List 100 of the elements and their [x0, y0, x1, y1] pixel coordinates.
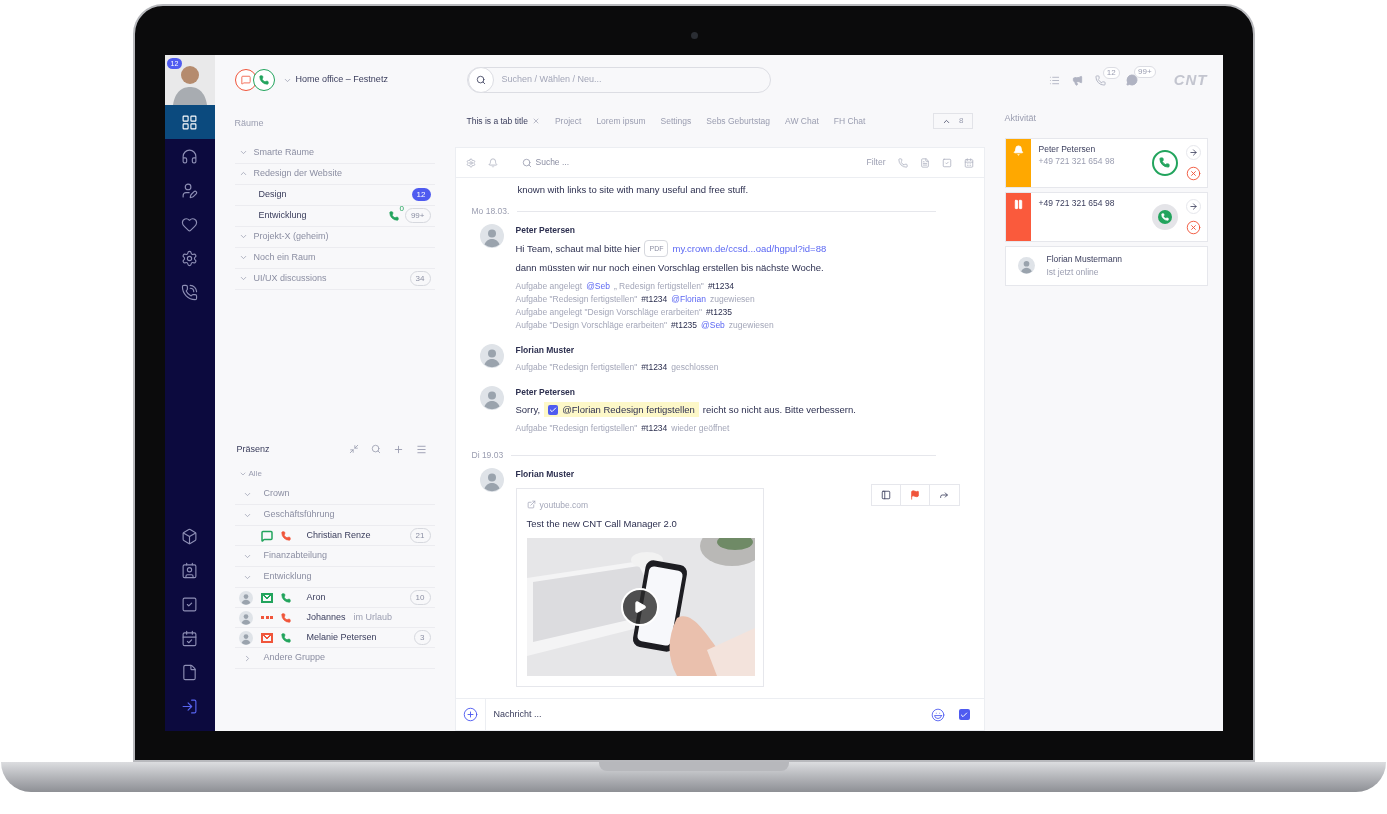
- avatar: [479, 223, 504, 248]
- status-dropdown[interactable]: Home office – Festnetz: [282, 73, 388, 87]
- checkbox-icon: [181, 595, 198, 613]
- calendar-icon[interactable]: [963, 157, 974, 168]
- mention-link[interactable]: @Seb: [701, 318, 725, 332]
- chevron-up-icon: [238, 169, 248, 178]
- contact-row[interactable]: Melanie Petersen 3: [234, 628, 435, 648]
- mention-link[interactable]: @Seb: [586, 279, 610, 293]
- collapse-icon[interactable]: [348, 444, 359, 455]
- presence-group[interactable]: Geschäftsführung: [234, 505, 435, 526]
- presence-group[interactable]: Entwicklung: [234, 567, 435, 588]
- file-icon[interactable]: [919, 157, 930, 168]
- tab[interactable]: This is a tab title: [466, 114, 540, 128]
- task-highlight[interactable]: @Florian Redesign fertigstellen: [544, 402, 699, 417]
- link-preview-card[interactable]: youtube.com Test the new CNT Call Manager 2.0: [515, 487, 764, 687]
- decline-icon[interactable]: [1185, 165, 1201, 181]
- task-ref: #t1235: [671, 318, 698, 332]
- phone-icon[interactable]: [1094, 74, 1106, 86]
- answer-button[interactable]: [1151, 203, 1178, 230]
- add-icon[interactable]: [392, 443, 404, 455]
- avatar: [238, 590, 253, 605]
- avatar: [479, 467, 504, 492]
- event-text: Aufgabe "Redesign fertigstellen": [515, 361, 638, 375]
- notification-card[interactable]: Florian Mustermann Ist jetzt online: [1004, 245, 1208, 286]
- call-count: 0: [399, 203, 404, 213]
- chat-search-field[interactable]: Suche ...: [535, 156, 855, 169]
- search-bar[interactable]: Suchen / Wählen / Neu...: [466, 67, 771, 93]
- event-text: Aufgabe angelegt "Design Vorschläge erarbeiten": [515, 305, 703, 319]
- presence-group[interactable]: Andere Gruppe: [234, 648, 435, 669]
- room-group[interactable]: Projekt-X (geheim): [234, 226, 435, 248]
- room-group[interactable]: Redesign der Website: [234, 163, 435, 185]
- task-ref: #t1234: [641, 292, 668, 306]
- tab-overflow-button[interactable]: 8: [933, 113, 973, 129]
- chat-status-button[interactable]: [234, 69, 257, 91]
- call-count-badge: 12: [1102, 66, 1120, 79]
- room-item[interactable]: Entwicklung 0 99+: [234, 205, 435, 227]
- box-icon: [181, 527, 198, 545]
- decline-icon[interactable]: [1185, 219, 1201, 235]
- call-card[interactable]: +49 721 321 654 98: [1004, 191, 1208, 242]
- presence-group[interactable]: Crown: [234, 484, 435, 505]
- answer-button[interactable]: [1151, 149, 1178, 176]
- checkbox-icon[interactable]: [941, 157, 952, 168]
- room-group[interactable]: Noch ein Raum: [234, 247, 435, 269]
- list-icon[interactable]: [1048, 74, 1060, 86]
- settings-icon: [181, 249, 198, 267]
- chevron-down-icon: [238, 148, 248, 157]
- contact-note: Ist jetzt online: [1046, 265, 1100, 279]
- contacts-icon: [181, 561, 198, 579]
- avatar: [479, 343, 504, 368]
- tab[interactable]: AW Chat: [785, 114, 819, 128]
- filter-label[interactable]: Filter: [866, 156, 886, 169]
- megaphone-icon[interactable]: [1071, 74, 1083, 86]
- room-label: Entwicklung: [258, 208, 308, 222]
- group-label: Andere Gruppe: [263, 651, 326, 665]
- emoji-icon[interactable]: [930, 707, 945, 722]
- tab[interactable]: FH Chat: [833, 114, 866, 128]
- room-item[interactable]: Design 12: [234, 184, 435, 206]
- add-attachment-icon[interactable]: [462, 707, 478, 722]
- menu-icon[interactable]: [415, 443, 427, 455]
- phone-status-button[interactable]: [252, 69, 275, 91]
- phone-list-icon: [181, 283, 198, 301]
- contact-row[interactable]: Johannes im Urlaub: [234, 608, 435, 628]
- room-group[interactable]: Smarte Räume: [234, 142, 435, 164]
- nav-item[interactable]: [164, 105, 215, 139]
- contact-name: Aron: [306, 590, 326, 604]
- bell-icon[interactable]: [487, 157, 498, 168]
- call-card[interactable]: Peter Petersen +49 721 321 654 98: [1004, 137, 1208, 188]
- message-icon[interactable]: [1125, 74, 1138, 86]
- sender-name: Florian Muster: [515, 467, 576, 481]
- event-text: zugewiesen: [728, 318, 774, 332]
- presence-group[interactable]: Finanzabteilung: [234, 546, 435, 567]
- mention-link[interactable]: @Florian: [671, 292, 706, 306]
- room-label: Smarte Räume: [253, 145, 316, 159]
- avatar: [479, 386, 504, 411]
- file-link[interactable]: my.crown.de/ccsd...oad/hgpul?id=88: [672, 240, 827, 256]
- tab[interactable]: Settings: [660, 114, 692, 128]
- search-field[interactable]: Suchen / Wählen / Neu...: [501, 73, 770, 87]
- message-field[interactable]: Nachricht ...: [493, 707, 931, 722]
- task-toggle[interactable]: [958, 709, 970, 720]
- room-group[interactable]: UI/UX discussions 34: [234, 268, 435, 290]
- group-label: Entwicklung: [263, 570, 312, 584]
- date-label: Mo 18.03.: [471, 205, 510, 218]
- contact-row[interactable]: Aron 10: [234, 588, 435, 608]
- contact-row[interactable]: Christian Renze 21: [234, 526, 435, 546]
- tab[interactable]: Sebs Geburtstag: [706, 114, 771, 128]
- camera-icon: [690, 32, 698, 39]
- task-checkbox[interactable]: [548, 404, 559, 415]
- tab[interactable]: Lorem ipsum: [596, 114, 646, 128]
- close-icon[interactable]: [531, 117, 540, 125]
- phone-icon: [258, 75, 269, 85]
- search-icon[interactable]: [370, 444, 381, 455]
- chevron-down-icon: [238, 253, 248, 262]
- panel-icon: [880, 489, 891, 500]
- flag-icon: [909, 489, 920, 500]
- phone-icon: [1159, 157, 1170, 168]
- calendar-icon: [181, 629, 198, 647]
- tab[interactable]: Project: [554, 114, 582, 128]
- chevron-down-icon: [238, 274, 248, 283]
- search-icon: [475, 75, 486, 85]
- sender-name: Peter Petersen: [515, 386, 577, 399]
